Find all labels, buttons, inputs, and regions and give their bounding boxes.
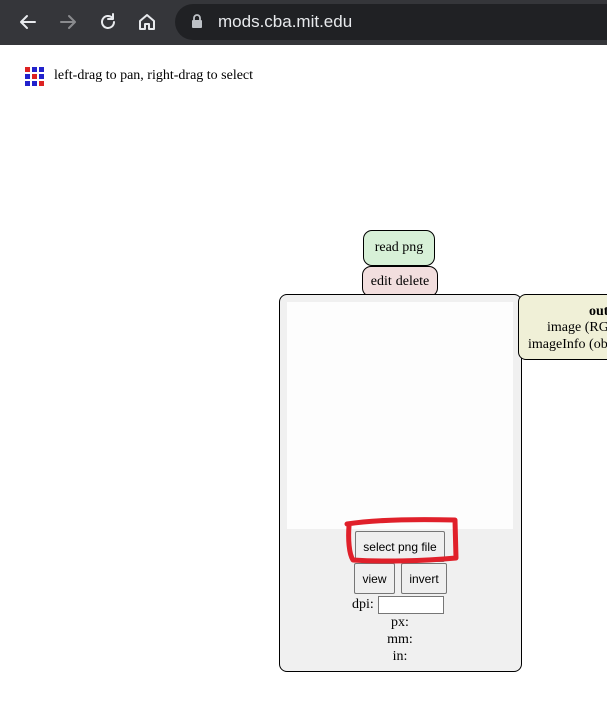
forward-arrow-icon[interactable] — [54, 8, 82, 36]
in-label: in: — [392, 649, 408, 664]
address-bar[interactable]: mods.cba.mit.edu — [175, 4, 607, 40]
dpi-row: dpi: — [352, 596, 444, 614]
output-image[interactable]: image (RG — [547, 320, 607, 336]
pan-hint: left-drag to pan, right-drag to select — [54, 68, 254, 83]
delete-link[interactable]: delete — [396, 274, 429, 290]
mm-label: mm: — [387, 632, 413, 647]
select-png-file-button[interactable]: select png file — [355, 531, 445, 562]
outputs-panel: out image (RG imageInfo (ob — [518, 294, 607, 360]
lock-icon[interactable] — [191, 14, 203, 34]
module-actions: edit delete — [362, 266, 438, 297]
px-label: px: — [391, 615, 409, 630]
mods-logo-icon[interactable] — [25, 67, 44, 86]
outputs-title: out — [589, 304, 607, 319]
home-icon[interactable] — [133, 8, 161, 36]
invert-button[interactable]: invert — [401, 563, 447, 594]
edit-link[interactable]: edit — [371, 274, 392, 290]
back-arrow-icon[interactable] — [14, 8, 42, 36]
module-title[interactable]: read png — [363, 230, 435, 266]
browser-toolbar: mods.cba.mit.edu — [0, 0, 607, 45]
image-preview — [287, 302, 513, 529]
module-body: select png file view invert dpi: px: mm:… — [279, 294, 522, 672]
dpi-input[interactable] — [377, 596, 444, 614]
view-button[interactable]: view — [354, 563, 395, 594]
reload-icon[interactable] — [94, 8, 122, 36]
output-image-info[interactable]: imageInfo (ob — [528, 337, 607, 353]
url-text[interactable]: mods.cba.mit.edu — [218, 12, 352, 32]
dpi-label: dpi: — [352, 597, 374, 612]
